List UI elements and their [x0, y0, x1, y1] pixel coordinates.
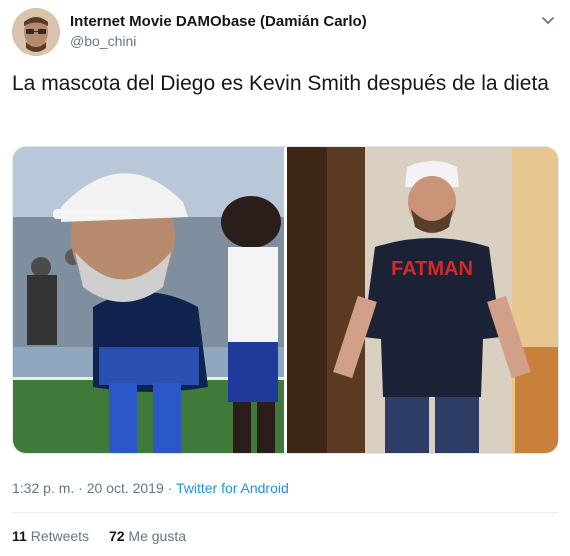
- media-image-right[interactable]: FATMAN: [287, 147, 558, 453]
- media-grid: FATMAN: [12, 146, 559, 454]
- likes-label: Me gusta: [128, 528, 187, 544]
- handle[interactable]: @bo_chini: [70, 32, 367, 51]
- retweets-label: Retweets: [30, 528, 90, 544]
- tweet-stats: 11 Retweets 72 Me gusta: [12, 528, 202, 544]
- retweets-stat[interactable]: 11 Retweets: [12, 528, 93, 544]
- retweets-count: 11: [12, 528, 27, 544]
- timestamp[interactable]: 1:32 p. m. · 20 oct. 2019 ·: [12, 480, 176, 496]
- display-name[interactable]: Internet Movie DAMObase (Damián Carlo): [70, 12, 367, 32]
- likes-count: 72: [108, 528, 125, 544]
- kevin-smith-photo: FATMAN: [287, 147, 558, 453]
- tweet-text: La mascota del Diego es Kevin Smith desp…: [12, 72, 549, 95]
- divider: [12, 512, 558, 513]
- avatar-photo: [12, 8, 60, 56]
- mascot-photo: [13, 147, 284, 453]
- shirt-text: FATMAN: [391, 258, 473, 280]
- source-link[interactable]: Twitter for Android: [176, 480, 289, 496]
- tweet-card: Internet Movie DAMObase (Damián Carlo) @…: [0, 0, 570, 556]
- tweet-meta: 1:32 p. m. · 20 oct. 2019 · Twitter for …: [12, 480, 289, 496]
- media-image-left[interactable]: [13, 147, 284, 453]
- chevron-down-icon[interactable]: [540, 12, 556, 28]
- avatar[interactable]: [12, 8, 60, 56]
- likes-stat[interactable]: 72 Me gusta: [109, 528, 186, 544]
- author-block: Internet Movie DAMObase (Damián Carlo) @…: [70, 12, 367, 51]
